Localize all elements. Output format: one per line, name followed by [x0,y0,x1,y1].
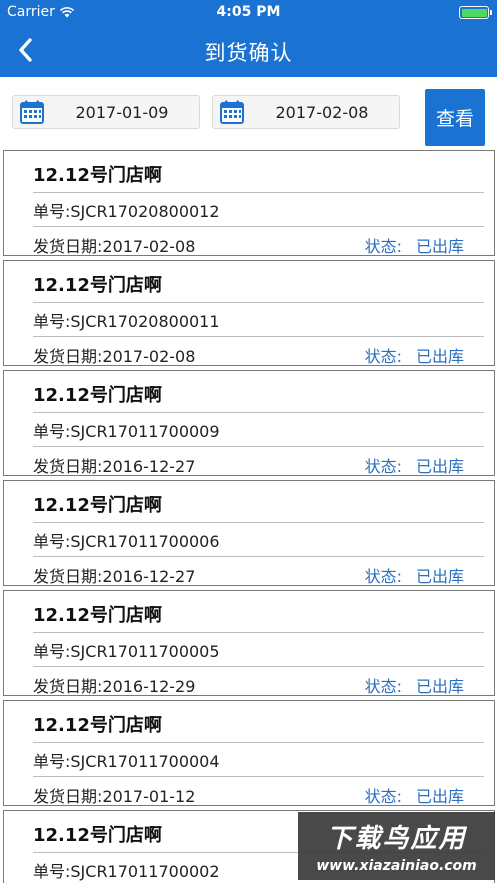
page-title: 到货确认 [204,41,293,65]
shop-name: 12.12号门店啊 [33,605,162,626]
status-label: 状态: [364,347,402,366]
start-date-field[interactable]: 2017-01-09 [12,95,200,129]
ship-date: 发货日期:2017-02-08 [33,347,196,366]
order-card[interactable]: 12.12号门店啊 单号:SJCR17011700006 发货日期:2016-1… [3,480,495,586]
divider [33,192,484,193]
order-card[interactable]: 12.12号门店啊 单号:SJCR17011700004 发货日期:2017-0… [3,700,495,806]
divider [33,446,484,447]
calendar-icon [220,100,244,124]
end-date-field[interactable]: 2017-02-08 [212,95,400,129]
ship-date: 发货日期:2017-02-08 [33,237,196,256]
status-badge: 状态: 已出库 [365,453,464,477]
calendar-icon [20,100,44,124]
status-time: 4:05 PM [216,4,281,20]
divider [33,742,484,743]
ship-date: 发货日期:2016-12-27 [33,567,196,586]
status-bar: Carrier 4:05 PM [0,0,497,26]
order-card[interactable]: 12.12号门店啊 单号:SJCR17011700005 发货日期:2016-1… [3,590,495,696]
order-number: 单号:SJCR17011700002 [33,862,220,881]
ship-date: 发货日期:2017-01-12 [33,787,196,806]
status-label: 状态: [364,787,402,806]
status-badge: 状态: 已出库 [365,233,464,257]
status-badge: 状态: 已出库 [365,783,464,807]
status-value: 已出库 [415,347,464,366]
ship-date: 发货日期:2016-12-29 [33,677,196,696]
shop-name: 12.12号门店啊 [33,495,162,516]
watermark-url: www.xiazainiao.com [316,858,477,874]
query-button[interactable]: 查看 [425,89,485,146]
order-number: 单号:SJCR17011700004 [33,752,220,771]
divider [33,666,484,667]
battery-icon [459,6,492,19]
divider [33,556,484,557]
status-badge: 状态: 已出库 [365,343,464,367]
status-value: 已出库 [415,677,464,696]
status-label: 状态: [364,677,402,696]
end-date-value: 2017-02-08 [275,102,369,122]
divider [33,336,484,337]
divider [33,776,484,777]
start-date-value: 2017-01-09 [75,102,169,122]
order-list: 12.12号门店啊 单号:SJCR17020800012 发货日期:2017-0… [0,150,497,883]
watermark-logo: 下载鸟应用 www.xiazainiao.com [298,812,495,880]
date-filter-bar: 2017-01-09 2017-02-08 查看 [0,77,497,149]
status-value: 已出库 [415,567,464,586]
order-card[interactable]: 12.12号门店啊 单号:SJCR17020800011 发货日期:2017-0… [3,260,495,366]
shop-name: 12.12号门店啊 [33,385,162,406]
order-number: 单号:SJCR17020800012 [33,202,220,221]
status-label: 状态: [364,457,402,476]
status-badge: 状态: 已出库 [365,563,464,587]
divider [33,226,484,227]
order-number: 单号:SJCR17011700009 [33,422,220,441]
divider [33,522,484,523]
shop-name: 12.12号门店啊 [33,165,162,186]
order-number: 单号:SJCR17020800011 [33,312,220,331]
divider [33,302,484,303]
navigation-bar: 到货确认 [0,26,497,77]
divider [33,412,484,413]
status-value: 已出库 [415,237,464,256]
watermark-title: 下载鸟应用 [326,824,467,854]
ship-date: 发货日期:2016-12-27 [33,457,196,476]
order-card[interactable]: 12.12号门店啊 单号:SJCR17020800012 发货日期:2017-0… [3,150,495,256]
status-value: 已出库 [415,457,464,476]
shop-name: 12.12号门店啊 [33,275,162,296]
order-number: 单号:SJCR17011700005 [33,642,220,661]
shop-name: 12.12号门店啊 [33,715,162,736]
status-label: 状态: [364,237,402,256]
status-label: 状态: [364,567,402,586]
divider [33,632,484,633]
status-value: 已出库 [415,787,464,806]
shop-name: 12.12号门店啊 [33,825,162,846]
order-card[interactable]: 12.12号门店啊 单号:SJCR17011700009 发货日期:2016-1… [3,370,495,476]
order-number: 单号:SJCR17011700006 [33,532,220,551]
status-badge: 状态: 已出库 [365,673,464,697]
